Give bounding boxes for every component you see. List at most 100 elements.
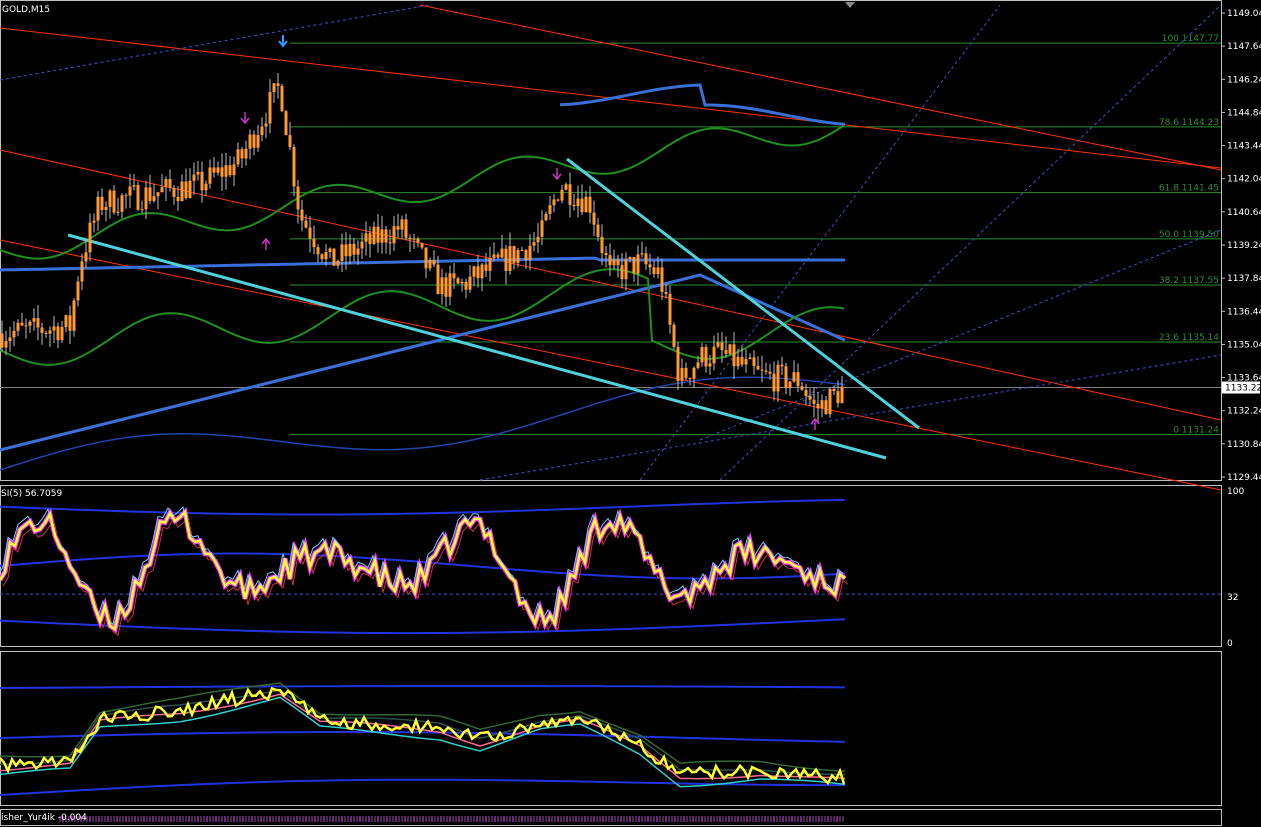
fib-level-label: 0 1131.24 xyxy=(1173,425,1219,435)
candle-body xyxy=(692,367,696,379)
candle-body xyxy=(428,260,432,269)
candle-body xyxy=(180,181,184,202)
candle-body xyxy=(836,391,840,404)
candle-body xyxy=(560,189,564,201)
candle-body xyxy=(312,238,316,248)
candle-body xyxy=(424,247,428,269)
candle-body xyxy=(652,267,656,275)
candle-body xyxy=(744,359,748,365)
price-tick-label: 1146.24 xyxy=(1227,75,1261,85)
candle-body xyxy=(528,245,532,261)
rsi-upper-band xyxy=(0,498,846,516)
candle-body xyxy=(448,273,452,297)
candle-body xyxy=(484,264,488,271)
candle-body xyxy=(8,337,12,342)
candle-body xyxy=(48,330,52,334)
price-tick-label: 1147.64 xyxy=(1227,42,1261,52)
candle-body xyxy=(516,250,520,263)
candle-body xyxy=(472,266,476,277)
candle-body xyxy=(32,318,36,322)
candle-body xyxy=(112,190,116,213)
candle-body xyxy=(664,291,668,294)
candle-body xyxy=(288,135,292,148)
down-arrow-icon xyxy=(240,112,250,125)
candle-body xyxy=(556,199,560,201)
candle-body xyxy=(812,399,816,404)
candle-body xyxy=(660,267,664,292)
candle-body xyxy=(144,187,148,210)
candle-body xyxy=(332,248,336,266)
candle-body xyxy=(456,278,460,284)
candle-body xyxy=(628,257,632,260)
price-tick-label: 1143.44 xyxy=(1227,142,1261,152)
candle-body xyxy=(16,322,20,331)
candle-body xyxy=(500,248,504,258)
candle-body xyxy=(188,180,192,198)
fib-level-label: 61.8 1141.45 xyxy=(1159,184,1219,194)
candle-body xyxy=(768,371,772,374)
price-tick-label: 1136.44 xyxy=(1227,307,1261,317)
candle-body xyxy=(132,185,136,187)
fisher-line xyxy=(0,686,846,786)
moving-average-line xyxy=(0,273,846,452)
candle-body xyxy=(40,327,44,333)
fib-level-label: 23.6 1135.14 xyxy=(1159,333,1219,343)
rsi-panel[interactable] xyxy=(0,498,1221,637)
candle-body xyxy=(632,257,636,274)
fisher-panel[interactable] xyxy=(0,682,846,796)
candle-body xyxy=(296,186,300,210)
candle-body xyxy=(792,372,796,382)
candle-body xyxy=(656,267,660,275)
candle-body xyxy=(704,347,708,367)
scroll-marker-icon[interactable] xyxy=(845,2,855,8)
gann-line xyxy=(719,4,1222,481)
candle-body xyxy=(612,259,616,266)
price-tick-label: 1149.04 xyxy=(1227,9,1261,19)
candle-body xyxy=(588,196,592,213)
candle-body xyxy=(56,326,60,341)
candle-body xyxy=(732,344,736,367)
candle-body xyxy=(764,370,768,372)
chart-window[interactable]: 100 1147.77 78.6 1144.23 61.8 1141.45 50.0 … xyxy=(0,0,1261,827)
candle-body xyxy=(256,135,260,148)
bottom-indicator-strip[interactable] xyxy=(59,816,844,822)
candle-body xyxy=(240,149,244,159)
candle-body xyxy=(712,346,716,364)
candle-body xyxy=(68,315,72,331)
candle-body xyxy=(408,237,412,240)
candle-body xyxy=(696,362,700,368)
down-arrow-icon xyxy=(278,35,288,48)
candle-body xyxy=(340,244,344,261)
candle-body xyxy=(420,242,424,248)
candle-body xyxy=(176,196,180,202)
candle-body xyxy=(164,179,168,188)
candle-body xyxy=(492,254,496,259)
candle-body xyxy=(260,126,264,136)
price-tick-label: 1137.84 xyxy=(1227,274,1261,284)
price-tick-label: 1129.44 xyxy=(1227,473,1261,483)
candle-body xyxy=(452,273,456,279)
candle-body xyxy=(740,356,744,365)
candle-body xyxy=(76,281,80,301)
main-chart-area[interactable]: 100 1147.77 78.6 1144.23 61.8 1141.45 50.0 … xyxy=(0,4,1222,491)
candle-body xyxy=(316,247,320,255)
candle-body xyxy=(352,243,356,255)
candle-body xyxy=(728,344,732,354)
fisher-mid-band xyxy=(0,730,846,743)
candle-body xyxy=(788,381,792,388)
candle-body xyxy=(548,205,552,214)
candle-body xyxy=(124,195,128,197)
candle-body xyxy=(816,403,820,409)
candle-body xyxy=(760,369,764,371)
lower-envelope xyxy=(0,376,846,471)
candle-body xyxy=(36,318,40,328)
candle-body xyxy=(600,236,604,253)
channel-line xyxy=(0,239,1222,491)
panel-frames xyxy=(0,0,1222,826)
candle-body xyxy=(584,196,588,213)
candle-body xyxy=(128,186,132,196)
candle-body xyxy=(136,185,140,210)
candle-body xyxy=(308,227,312,239)
candle-body xyxy=(668,293,672,325)
candle-body xyxy=(64,315,68,327)
